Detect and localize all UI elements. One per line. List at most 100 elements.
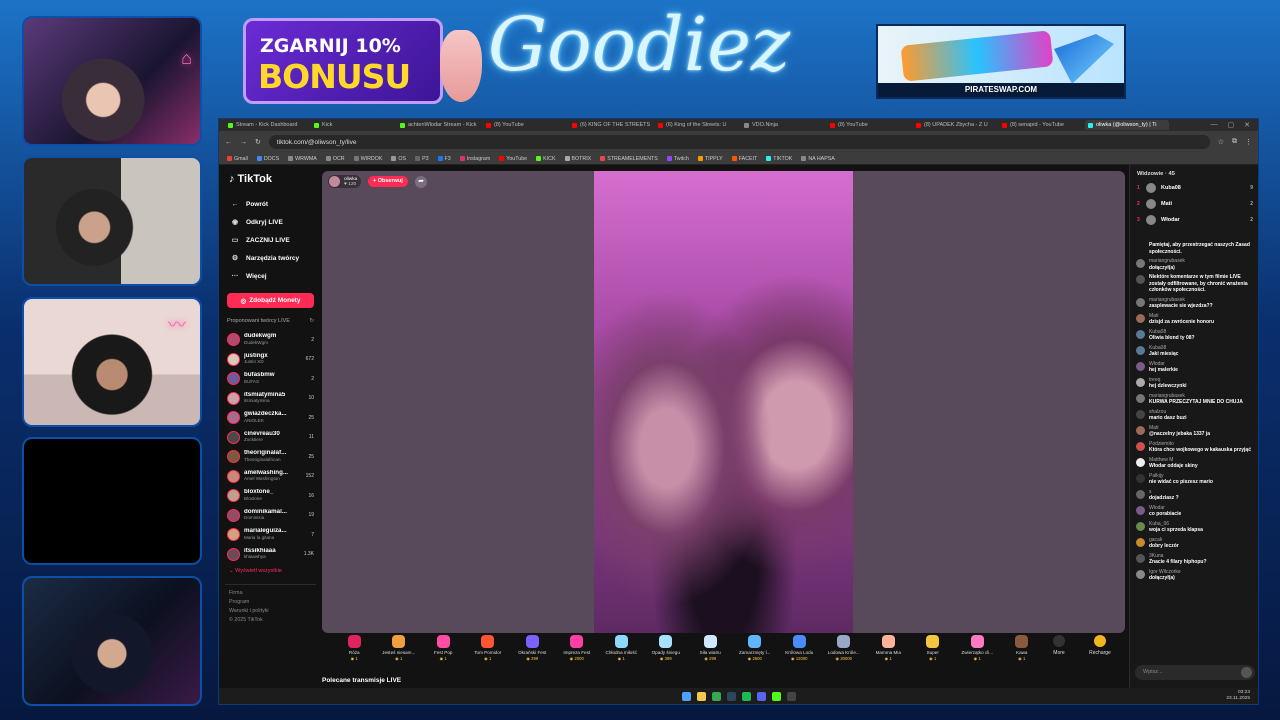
forward-icon[interactable]: →: [240, 139, 247, 146]
browser-tab[interactable]: Kick: [311, 120, 395, 130]
chat-avatar[interactable]: [1136, 345, 1145, 355]
chat-avatar[interactable]: [1136, 329, 1145, 339]
creator-item[interactable]: amelwashing... Amel Washington 152: [225, 467, 316, 487]
bookmark-item[interactable]: OS: [391, 156, 406, 162]
chat-message[interactable]: Niektóre komentarze w tym filmie LIVE zo…: [1136, 274, 1254, 294]
browser-tab[interactable]: VDO.Ninja: [741, 120, 825, 130]
url-bar[interactable]: tiktok.com/@oliwson_ty/live: [268, 135, 1210, 149]
chat-avatar[interactable]: [1136, 409, 1145, 419]
chat-input[interactable]: Wpisz...: [1135, 665, 1255, 680]
chat-avatar[interactable]: [1136, 377, 1145, 387]
gift-item[interactable]: Mamma Mia ◉ 1: [866, 635, 911, 661]
creator-avatar[interactable]: [227, 372, 240, 386]
chat-avatar[interactable]: [1136, 521, 1145, 531]
chat-avatar[interactable]: [1136, 297, 1145, 307]
follow-button[interactable]: + Obserwuj: [368, 176, 408, 187]
chat-avatar[interactable]: [1136, 275, 1145, 284]
footer-link[interactable]: Program: [229, 598, 316, 607]
bookmark-item[interactable]: TIKTOK: [766, 156, 792, 162]
get-coins-button[interactable]: ◎ Zdobądź Monety: [227, 293, 314, 308]
creator-item[interactable]: marialeguiza... Maria la gitana 7: [225, 525, 316, 545]
chat-message[interactable]: shalzou mario dasz buzi: [1136, 409, 1254, 422]
chat-message[interactable]: Mati @naczelny jebaka 1337 ja: [1136, 425, 1254, 438]
chat-username[interactable]: mariangrubasek: [1149, 258, 1185, 265]
creator-avatar[interactable]: [227, 547, 240, 561]
creator-avatar[interactable]: [227, 528, 240, 542]
bookmark-item[interactable]: F3: [437, 156, 451, 162]
bookmark-item[interactable]: OCR: [325, 156, 345, 162]
kick-icon[interactable]: [771, 691, 781, 701]
minimize-icon[interactable]: —: [1211, 121, 1218, 129]
bookmark-item[interactable]: NA HAPSA: [801, 156, 835, 162]
refresh-icon[interactable]: ↻: [309, 318, 314, 324]
chat-message[interactable]: mariangrubasek dołączył(a): [1136, 258, 1254, 271]
chat-message[interactable]: Pałkijy nie widać co piszesz mario: [1136, 473, 1254, 486]
creator-avatar[interactable]: [227, 450, 240, 464]
chat-message[interactable]: Włodar hej malerkie: [1136, 361, 1254, 374]
viewer-item[interactable]: 3 Włodar 2: [1130, 212, 1258, 228]
gift-item[interactable]: Róża ◉ 1: [332, 635, 377, 661]
gift-item[interactable]: Super ◉ 1: [911, 635, 956, 661]
viewer-item[interactable]: 1 Kuba08 9: [1130, 180, 1258, 196]
footer-link[interactable]: Warunki i polityki: [229, 607, 316, 616]
chat-avatar[interactable]: [1136, 537, 1145, 547]
creator-item[interactable]: itssikhiaaa khiaawhya 1.3K: [225, 545, 316, 565]
chat-message[interactable]: Kuba08 Oliwia blond ty 08?: [1136, 329, 1254, 342]
gift-item[interactable]: Okrański Fest ◉ 299: [510, 635, 555, 661]
host-info[interactable]: oliwka ♥ 120: [328, 175, 362, 188]
chat-message[interactable]: Matthew M Włodar oddaje skiny: [1136, 457, 1254, 470]
chat-avatar[interactable]: [1136, 259, 1145, 268]
creator-item[interactable]: theoriginalaf... Theoriginalafrican 25: [225, 447, 316, 467]
chat-message[interactable]: Pamiętaj, aby przestrzegać naszych Zasad…: [1136, 242, 1254, 255]
gift-item[interactable]: Kawa ◉ 1: [1000, 635, 1045, 661]
bookmark-item[interactable]: KICK: [536, 156, 556, 162]
gift-item[interactable]: Lodowa Króle... ◉ 20000: [822, 635, 867, 661]
chat-avatar[interactable]: [1136, 441, 1145, 451]
browser-tab[interactable]: (8) senapid - YouTube: [999, 120, 1083, 130]
bookmark-item[interactable]: STREAMELEMENTS: [600, 156, 658, 162]
chat-message[interactable]: treeq hej dzlewczynki: [1136, 377, 1254, 390]
viewer-item[interactable]: 2 Mati 2: [1130, 196, 1258, 212]
windows-icon[interactable]: [681, 691, 691, 701]
bookmark-item[interactable]: WIRDOK: [353, 156, 382, 162]
browser-tab[interactable]: achtenWlodar Stream - Kick: [397, 120, 481, 130]
chrome-icon[interactable]: [711, 691, 721, 701]
gift-item[interactable]: Opady śniegu ◉ 399: [644, 635, 689, 661]
gift-item[interactable]: Jesteś niesam... ◉ 1: [377, 635, 422, 661]
gift-item[interactable]: Zwierzątko cli... ◉ 1: [955, 635, 1000, 661]
gift-item[interactable]: Tom Pomidor ◉ 1: [466, 635, 511, 661]
send-icon[interactable]: [1241, 667, 1252, 678]
chat-message[interactable]: Mati dzisjd za zwrócenie honoru: [1136, 313, 1254, 326]
chat-avatar[interactable]: [1136, 489, 1145, 499]
tiktok-logo[interactable]: ♪ TikTok: [229, 173, 316, 185]
gift-item[interactable]: Siła wiatru ◉ 299: [688, 635, 733, 661]
extensions-icon[interactable]: ⧉: [1232, 138, 1237, 146]
chat-message[interactable]: s dojadziasz ?: [1136, 489, 1254, 502]
nav-item[interactable]: ··· Więcej: [225, 267, 316, 285]
chat-avatar[interactable]: [1136, 425, 1145, 435]
browser-tab[interactable]: (6) King of the Streets: U: [655, 120, 739, 130]
bookmark-item[interactable]: TIPPLY: [697, 156, 723, 162]
live-player[interactable]: oliwka ♥ 120 + Obserwuj ➦: [322, 171, 1125, 633]
chat-message[interactable]: Włodar co porabiacie: [1136, 505, 1254, 518]
browser-tab[interactable]: (8) YouTube: [827, 120, 911, 130]
creator-avatar[interactable]: [227, 333, 240, 347]
chat-avatar[interactable]: [1136, 505, 1145, 515]
creator-avatar[interactable]: [227, 430, 240, 444]
chat-message[interactable]: mariangrubasek zasplewacie sie wjezdza??: [1136, 297, 1254, 310]
obs-icon[interactable]: [786, 691, 796, 701]
live-video[interactable]: [594, 171, 853, 633]
browser-tab[interactable]: oliwka (@oliwson_ty) | Ti: [1085, 120, 1169, 130]
nav-item[interactable]: ◉ Odkryj LIVE: [225, 213, 316, 231]
gift-item[interactable]: Zamarznięty l... ◉ 2500: [733, 635, 778, 661]
chat-message[interactable]: 3Kuna Znacie 4 filary hiphopu?: [1136, 553, 1254, 566]
bookmark-item[interactable]: Gmail: [227, 156, 248, 162]
chat-message[interactable]: gacak dobry leczór: [1136, 537, 1254, 550]
chat-avatar[interactable]: [1136, 361, 1145, 371]
steam-icon[interactable]: [726, 691, 736, 701]
creator-avatar[interactable]: [227, 508, 240, 522]
menu-icon[interactable]: ⋮: [1245, 138, 1252, 146]
chat-message[interactable]: Kuba_06 woja ci sprzeda klapsa: [1136, 521, 1254, 534]
chat-message[interactable]: mariangrubasek KURWA PRZECZYTAJ MNIE DO C…: [1136, 393, 1254, 406]
nav-item[interactable]: ← Powrót: [225, 195, 316, 213]
